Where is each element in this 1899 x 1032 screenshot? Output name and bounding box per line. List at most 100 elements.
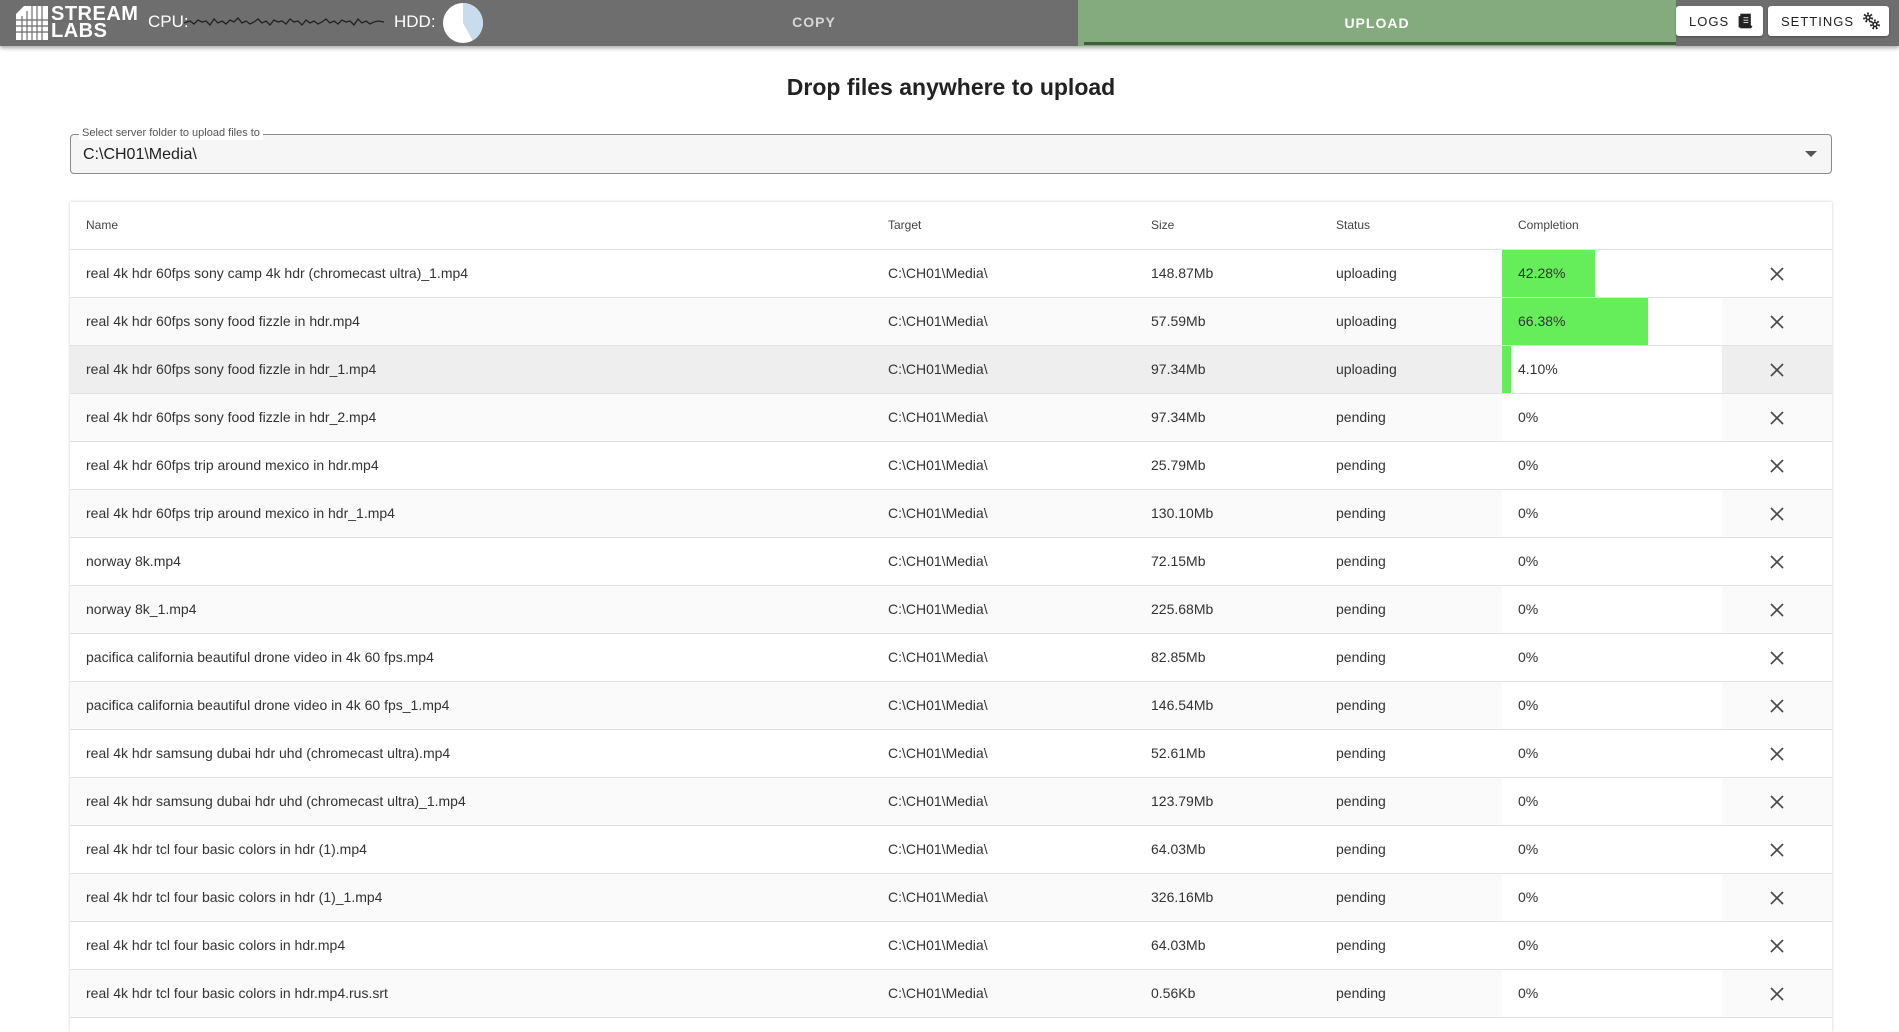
logs-button-label: LOGS	[1689, 13, 1730, 29]
file-name-cell: norway 8k_1.mp4	[70, 585, 872, 634]
table-row[interactable]: real 4k hdr samsung dubai hdr uhd (chrom…	[70, 729, 1832, 778]
table-row[interactable]: norway 8k.mp4 C:\CH01\Media\ 72.15Mb pendin…	[70, 537, 1832, 586]
table-row[interactable]: real 4k hdr tcl four basic colors in hdr…	[70, 873, 1832, 922]
table-row[interactable]: real 4k hdr 60fps trip around mexico in …	[70, 489, 1832, 538]
column-header-completion: Completion	[1502, 202, 1722, 250]
status-cell: pending	[1320, 393, 1502, 442]
close-icon[interactable]	[1769, 458, 1785, 474]
status-cell: pending	[1320, 777, 1502, 826]
completion-cell: 0%	[1502, 393, 1722, 442]
tab-upload[interactable]: UPLOAD	[1078, 0, 1676, 46]
close-icon[interactable]	[1769, 986, 1785, 1002]
logs-icon	[1738, 13, 1753, 29]
size-cell: 72.15Mb	[1135, 537, 1320, 586]
size-cell: 146.54Mb	[1135, 681, 1320, 730]
completion-cell: 4.10%	[1502, 345, 1722, 394]
row-actions-cell	[1722, 297, 1832, 346]
close-icon[interactable]	[1769, 554, 1785, 570]
status-cell: pending	[1320, 921, 1502, 970]
tab-copy[interactable]: COPY	[550, 0, 1078, 44]
chevron-down-icon[interactable]	[1805, 151, 1817, 157]
folder-select[interactable]: Select server folder to upload files to …	[70, 126, 1832, 174]
size-cell: 148.87Mb	[1135, 249, 1320, 298]
table-row[interactable]: norway 8k_1.mp4 C:\CH01\Media\ 225.68Mb pen…	[70, 585, 1832, 634]
table-row[interactable]: real 4k hdr tcl four basic colors in hdr…	[70, 921, 1832, 970]
completion-percent: 0%	[1518, 601, 1539, 617]
close-icon[interactable]	[1769, 746, 1785, 762]
completion-cell: 0%	[1502, 969, 1722, 1018]
progress-track: 0%	[1502, 729, 1722, 776]
close-icon[interactable]	[1769, 650, 1785, 666]
tab-upload-label: UPLOAD	[1344, 15, 1410, 31]
status-cell: pending	[1320, 537, 1502, 586]
completion-percent: 0%	[1518, 409, 1539, 425]
table-row[interactable]: pacifica california beautiful drone vide…	[70, 681, 1832, 730]
completion-percent: 0%	[1518, 697, 1539, 713]
completion-cell: 0%	[1502, 873, 1722, 922]
target-cell: C:\CH01\Media\	[872, 345, 1135, 394]
row-actions-cell	[1722, 345, 1832, 394]
completion-cell: 0%	[1502, 537, 1722, 586]
close-icon[interactable]	[1769, 890, 1785, 906]
close-icon[interactable]	[1769, 698, 1785, 714]
settings-button[interactable]: SETTINGS	[1768, 6, 1889, 36]
app-logo: STREAM LABS	[16, 4, 138, 42]
close-icon[interactable]	[1769, 794, 1785, 810]
table-row[interactable]: real 4k hdr 60fps sony food fizzle in hd…	[70, 345, 1832, 394]
completion-percent: 42.28%	[1518, 265, 1566, 281]
table-row[interactable]: real 4k hdr samsung dubai hdr uhd (chrom…	[70, 777, 1832, 826]
completion-percent: 66.38%	[1518, 313, 1566, 329]
close-icon[interactable]	[1769, 314, 1785, 330]
progress-track: 0%	[1502, 441, 1722, 488]
close-icon[interactable]	[1769, 938, 1785, 954]
file-name-cell: norway 8k.mp4	[70, 537, 872, 586]
folder-select-value: C:\CH01\Media\	[83, 146, 197, 163]
column-header-status: Status	[1320, 202, 1502, 250]
completion-percent: 0%	[1518, 937, 1539, 953]
target-cell: C:\CH01\Media\	[872, 489, 1135, 538]
close-icon[interactable]	[1769, 506, 1785, 522]
size-cell: 82.85Mb	[1135, 633, 1320, 682]
table-row[interactable]: real 4k hdr 60fps trip around mexico in …	[70, 441, 1832, 490]
logs-button[interactable]: LOGS	[1676, 6, 1763, 36]
table-row[interactable]: real 4k hdr tcl four basic colors in hdr…	[70, 825, 1832, 874]
status-cell: pending	[1320, 969, 1502, 1018]
target-cell: C:\CH01\Media\	[872, 729, 1135, 778]
upload-table: Name Target Size Status Completion real …	[70, 202, 1832, 1032]
status-cell: pending	[1320, 585, 1502, 634]
progress-track: 0%	[1502, 393, 1722, 440]
status-cell: uploading	[1320, 345, 1502, 394]
table-row[interactable]: real 4k hdr 60fps sony food fizzle in hd…	[70, 297, 1832, 346]
close-icon[interactable]	[1769, 842, 1785, 858]
file-name-cell: real 4k hdr 60fps sony food fizzle in hd…	[70, 393, 872, 442]
table-row[interactable]: real 4k hdr tcl four basic colors in hdr…	[70, 969, 1832, 1018]
size-cell: 57.59Mb	[1135, 297, 1320, 346]
completion-percent: 0%	[1518, 457, 1539, 473]
table-row[interactable]: real 4k hdr 60fps sony food fizzle in hd…	[70, 393, 1832, 442]
status-cell: pending	[1320, 441, 1502, 490]
row-actions-cell	[1722, 969, 1832, 1018]
table-row[interactable]: pacifica california beautiful drone vide…	[70, 633, 1832, 682]
target-cell: C:\CH01\Media\	[872, 777, 1135, 826]
row-actions-cell	[1722, 921, 1832, 970]
close-icon[interactable]	[1769, 266, 1785, 282]
column-header-target: Target	[872, 202, 1135, 250]
status-cell: uploading	[1320, 297, 1502, 346]
size-cell: 326.16Mb	[1135, 873, 1320, 922]
hdd-label: HDD:	[394, 12, 436, 31]
row-actions-cell	[1722, 777, 1832, 826]
column-header-actions	[1722, 202, 1832, 250]
completion-cell: 0%	[1502, 633, 1722, 682]
close-icon[interactable]	[1769, 602, 1785, 618]
progress-track: 0%	[1502, 873, 1722, 920]
size-cell: 0.56Kb	[1135, 969, 1320, 1018]
file-name-cell: real 4k hdr tcl four basic colors in hdr…	[70, 873, 872, 922]
row-actions-cell	[1722, 825, 1832, 874]
progress-track: 0%	[1502, 585, 1722, 632]
close-icon[interactable]	[1769, 410, 1785, 426]
completion-percent: 0%	[1518, 553, 1539, 569]
completion-percent: 0%	[1518, 841, 1539, 857]
logo-line2: LABS	[51, 20, 108, 42]
close-icon[interactable]	[1769, 362, 1785, 378]
table-row[interactable]: real 4k hdr 60fps sony camp 4k hdr (chro…	[70, 249, 1832, 298]
